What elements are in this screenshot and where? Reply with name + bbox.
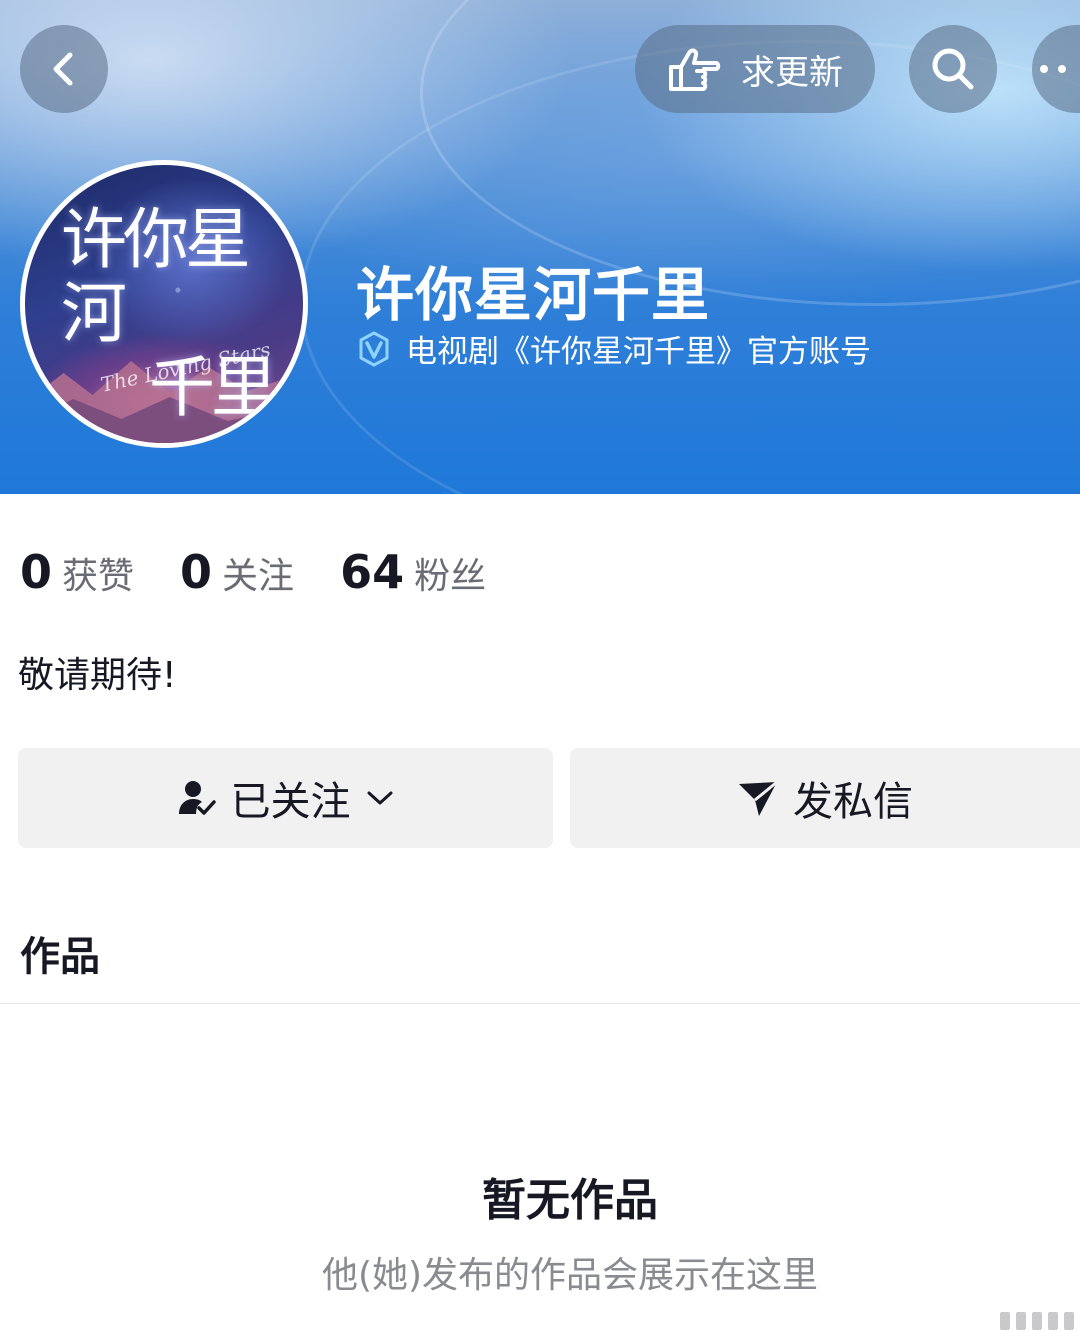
stat-followers-value: 64: [340, 545, 405, 599]
watermark-logo: [1000, 1312, 1080, 1330]
verified-v-icon: [359, 331, 389, 366]
stat-likes-label: 获赞: [62, 556, 135, 597]
search-button[interactable]: [909, 25, 997, 113]
request-update-button[interactable]: 求更新: [635, 25, 875, 113]
stat-likes[interactable]: 0 获赞: [20, 545, 134, 599]
stat-following[interactable]: 0 关注: [180, 545, 294, 599]
tab-works[interactable]: 作品: [20, 924, 100, 982]
search-icon: [932, 48, 974, 90]
profile-name: 许你星河千里: [356, 261, 711, 329]
chevron-left-icon: [53, 52, 73, 86]
empty-state-title: 暂无作品: [482, 1175, 658, 1226]
pointing-hand-icon: [669, 48, 721, 91]
profile-header-banner: 求更新 许你星河 千里 The Loving Stars 许你星河千里 电视剧《…: [0, 0, 1080, 494]
more-icon: [1040, 65, 1066, 73]
stat-following-label: 关注: [222, 556, 295, 597]
user-check-icon: [178, 781, 216, 815]
back-button[interactable]: [20, 25, 108, 113]
following-label: 已关注: [230, 779, 351, 825]
chevron-down-icon: [367, 791, 392, 805]
send-message-label: 发私信: [793, 779, 913, 825]
profile-stats: 0 获赞 0 关注 64 粉丝: [20, 545, 486, 599]
stat-followers-label: 粉丝: [414, 556, 487, 597]
verification-text: 电视剧《许你星河千里》官方账号: [406, 334, 871, 370]
avatar-poster-title: 许你星河 千里: [61, 203, 291, 425]
send-icon: [739, 780, 778, 816]
avatar-title-line1: 许你星河: [61, 201, 251, 352]
send-message-button[interactable]: 发私信: [570, 748, 1080, 848]
profile-bio: 敬请期待!: [18, 655, 177, 696]
avatar[interactable]: 许你星河 千里 The Loving Stars: [20, 160, 308, 448]
section-divider: [0, 1003, 1080, 1004]
following-button[interactable]: 已关注: [18, 748, 553, 848]
request-update-label: 求更新: [741, 52, 843, 93]
empty-state-subtitle: 他(她)发布的作品会展示在这里: [321, 1255, 819, 1296]
verification-row: 电视剧《许你星河千里》官方账号: [356, 326, 871, 371]
stat-followers[interactable]: 64 粉丝: [340, 545, 486, 599]
stat-following-value: 0: [180, 545, 213, 599]
stat-likes-value: 0: [20, 545, 53, 599]
